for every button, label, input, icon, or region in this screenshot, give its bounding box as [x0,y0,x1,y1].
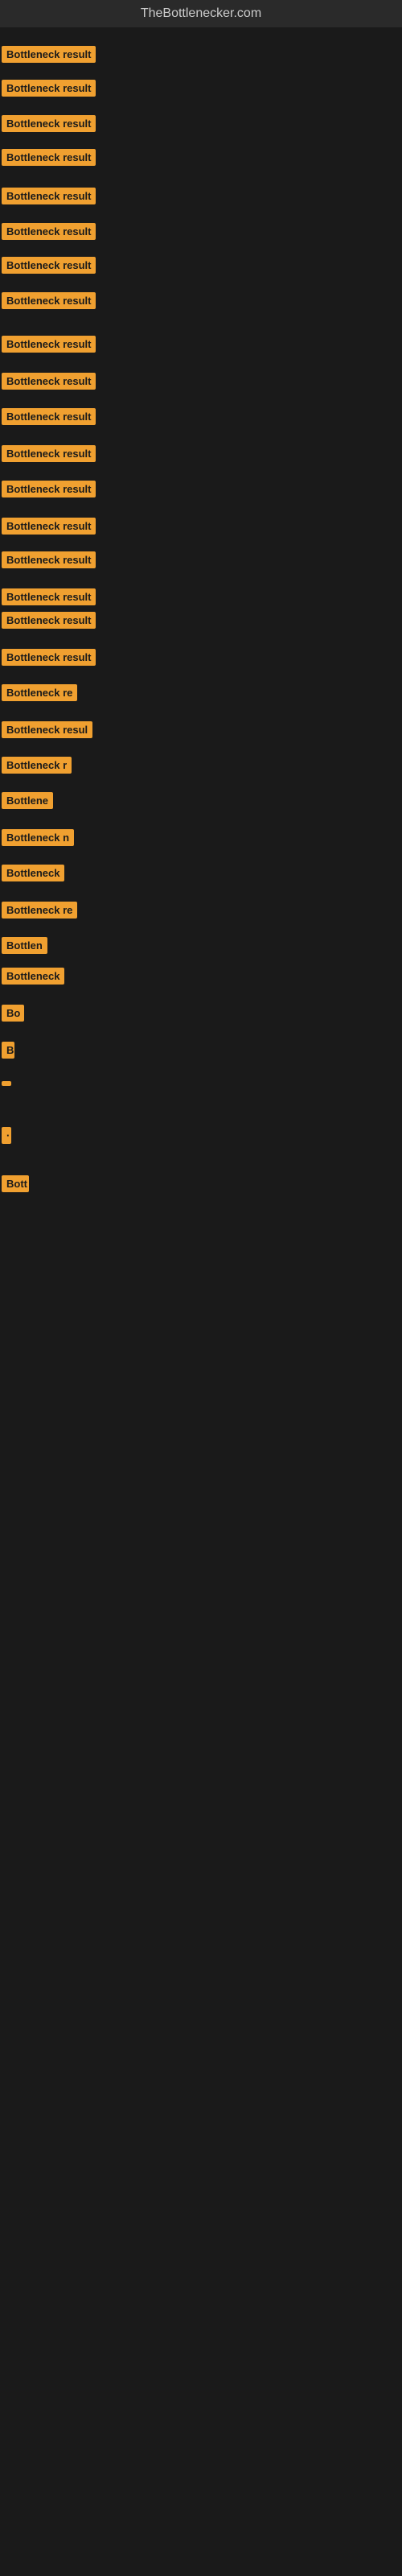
list-item: · [2,1127,11,1148]
bottleneck-result-label: Bott [2,1175,29,1192]
list-item: Bottleneck result [2,373,96,394]
bottleneck-result-label: Bottlen [2,937,47,954]
bottleneck-result-label: Bo [2,1005,24,1022]
list-item: Bottleneck [2,968,64,989]
bottleneck-result-label [2,1081,11,1086]
bottleneck-result-label: Bottleneck result [2,518,96,535]
list-item: Bottleneck result [2,408,96,429]
list-item: Bottleneck result [2,649,96,670]
bottleneck-result-label: Bottleneck result [2,115,96,132]
bottleneck-result-label: Bottlene [2,792,53,809]
bottleneck-result-label: Bottleneck result [2,46,96,63]
list-item: Bottleneck result [2,551,96,572]
list-item: Bottleneck result [2,445,96,466]
bottleneck-result-label: Bottleneck result [2,188,96,204]
bottleneck-result-label: Bottleneck result [2,292,96,309]
bottleneck-result-label: Bottleneck result [2,481,96,497]
list-item: Bottleneck result [2,149,96,170]
bottleneck-result-label: Bottleneck re [2,684,77,701]
bottleneck-result-label: Bottleneck result [2,336,96,353]
list-item: Bottlene [2,792,53,813]
bottleneck-result-label: Bottleneck result [2,445,96,462]
site-title-text: TheBottlenecker.com [141,6,261,20]
list-item: Bo [2,1005,24,1026]
list-item: Bottleneck result [2,46,96,67]
bottleneck-result-label: · [2,1127,11,1144]
list-item: Bottleneck result [2,257,96,278]
bottleneck-result-label: Bottleneck result [2,257,96,274]
list-item: Bottleneck result [2,518,96,539]
bottleneck-result-label: Bottleneck [2,968,64,985]
bottleneck-result-label: Bottleneck result [2,149,96,166]
list-item: Bottleneck result [2,80,96,101]
bottleneck-result-label: B [2,1042,14,1059]
bottleneck-result-label: Bottleneck result [2,80,96,97]
bottleneck-result-label: Bottleneck result [2,373,96,390]
bottleneck-result-label: Bottleneck result [2,223,96,240]
list-item: Bottleneck result [2,188,96,208]
list-item: Bottleneck [2,865,64,886]
bottleneck-result-label: Bottleneck result [2,551,96,568]
list-item: Bottleneck result [2,115,96,136]
bottleneck-result-label: Bottleneck re [2,902,77,919]
list-item: Bott [2,1175,29,1196]
list-item: Bottleneck result [2,588,96,609]
list-item: Bottleneck result [2,612,96,633]
list-item: Bottleneck result [2,481,96,502]
bottleneck-result-label: Bottleneck result [2,649,96,666]
list-item: Bottleneck re [2,684,77,705]
list-item: Bottleneck re [2,902,77,923]
list-item: Bottleneck result [2,223,96,244]
bottleneck-result-label: Bottleneck resul [2,721,92,738]
bottleneck-result-label: Bottleneck result [2,588,96,605]
list-item: Bottleneck resul [2,721,92,742]
list-item: Bottleneck n [2,829,74,850]
list-item: Bottleneck result [2,292,96,313]
bottleneck-result-label: Bottleneck result [2,408,96,425]
bottleneck-result-label: Bottleneck [2,865,64,881]
list-item: B [2,1042,14,1063]
bottleneck-result-label: Bottleneck r [2,757,72,774]
list-item: Bottlen [2,937,47,958]
list-item: Bottleneck r [2,757,72,778]
list-item: Bottleneck result [2,336,96,357]
site-title: TheBottlenecker.com [0,0,402,27]
bottleneck-result-label: Bottleneck result [2,612,96,629]
bottleneck-result-label: Bottleneck n [2,829,74,846]
list-item [2,1075,11,1090]
